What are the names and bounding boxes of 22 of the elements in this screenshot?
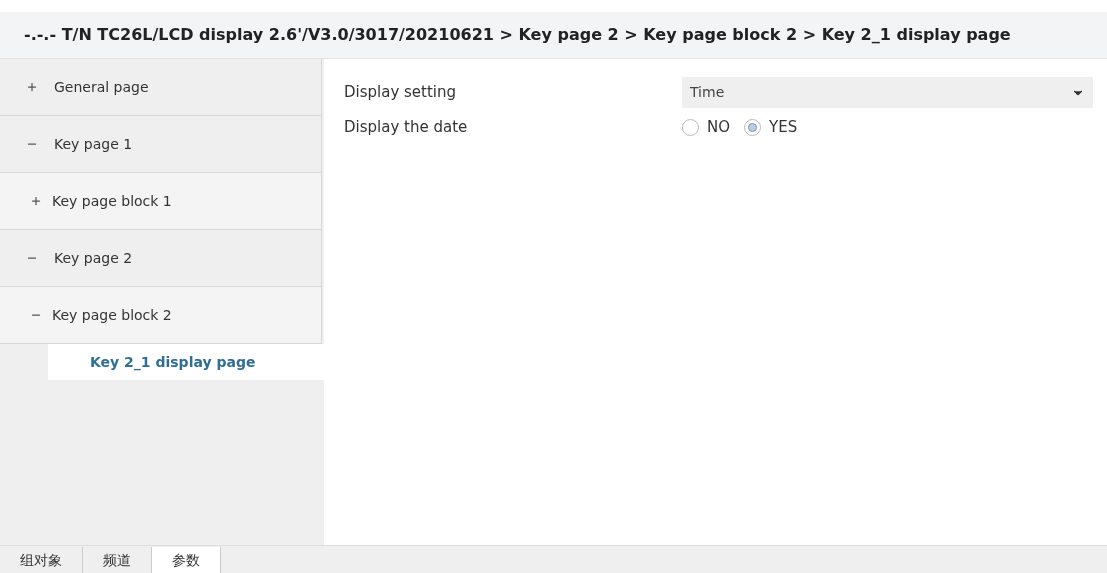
parameter-label: Display the date <box>344 117 469 138</box>
tree-label: Key page block 2 <box>52 305 172 325</box>
radio-option[interactable]: YES <box>744 116 798 139</box>
parameter-label: Display setting <box>344 82 458 104</box>
radio-button[interactable] <box>682 118 699 136</box>
tree-item[interactable]: Key page 1 <box>0 116 322 173</box>
radio-option[interactable]: NO <box>682 116 731 139</box>
tree-item[interactable]: Key page block 1 <box>0 173 322 230</box>
breadcrumb-bar: -.-.- T/N TC26L/LCD display 2.6'/V3.0/3017/20210621 > Key page 2 > Key page block 2 > Key 2_1 display page <box>0 12 1107 58</box>
tree-label: Key page 1 <box>54 134 133 154</box>
tree-item[interactable]: Key page block 2 <box>0 287 322 344</box>
plus-icon[interactable] <box>26 81 38 93</box>
tree-label: Key page block 1 <box>52 191 172 211</box>
radio-button[interactable] <box>744 118 762 136</box>
tree-item[interactable]: Key page 2 <box>0 230 322 287</box>
plus-icon[interactable] <box>30 195 42 207</box>
tree-item[interactable]: General page <box>0 59 322 116</box>
dropdown-field[interactable]: Time <box>682 77 1093 108</box>
tree-label: Key page 2 <box>54 248 133 268</box>
bottom-tab[interactable]: 参数 <box>152 547 221 573</box>
tree-label: General page <box>54 77 149 97</box>
tree-item[interactable]: Key 2_1 display page <box>48 344 324 380</box>
